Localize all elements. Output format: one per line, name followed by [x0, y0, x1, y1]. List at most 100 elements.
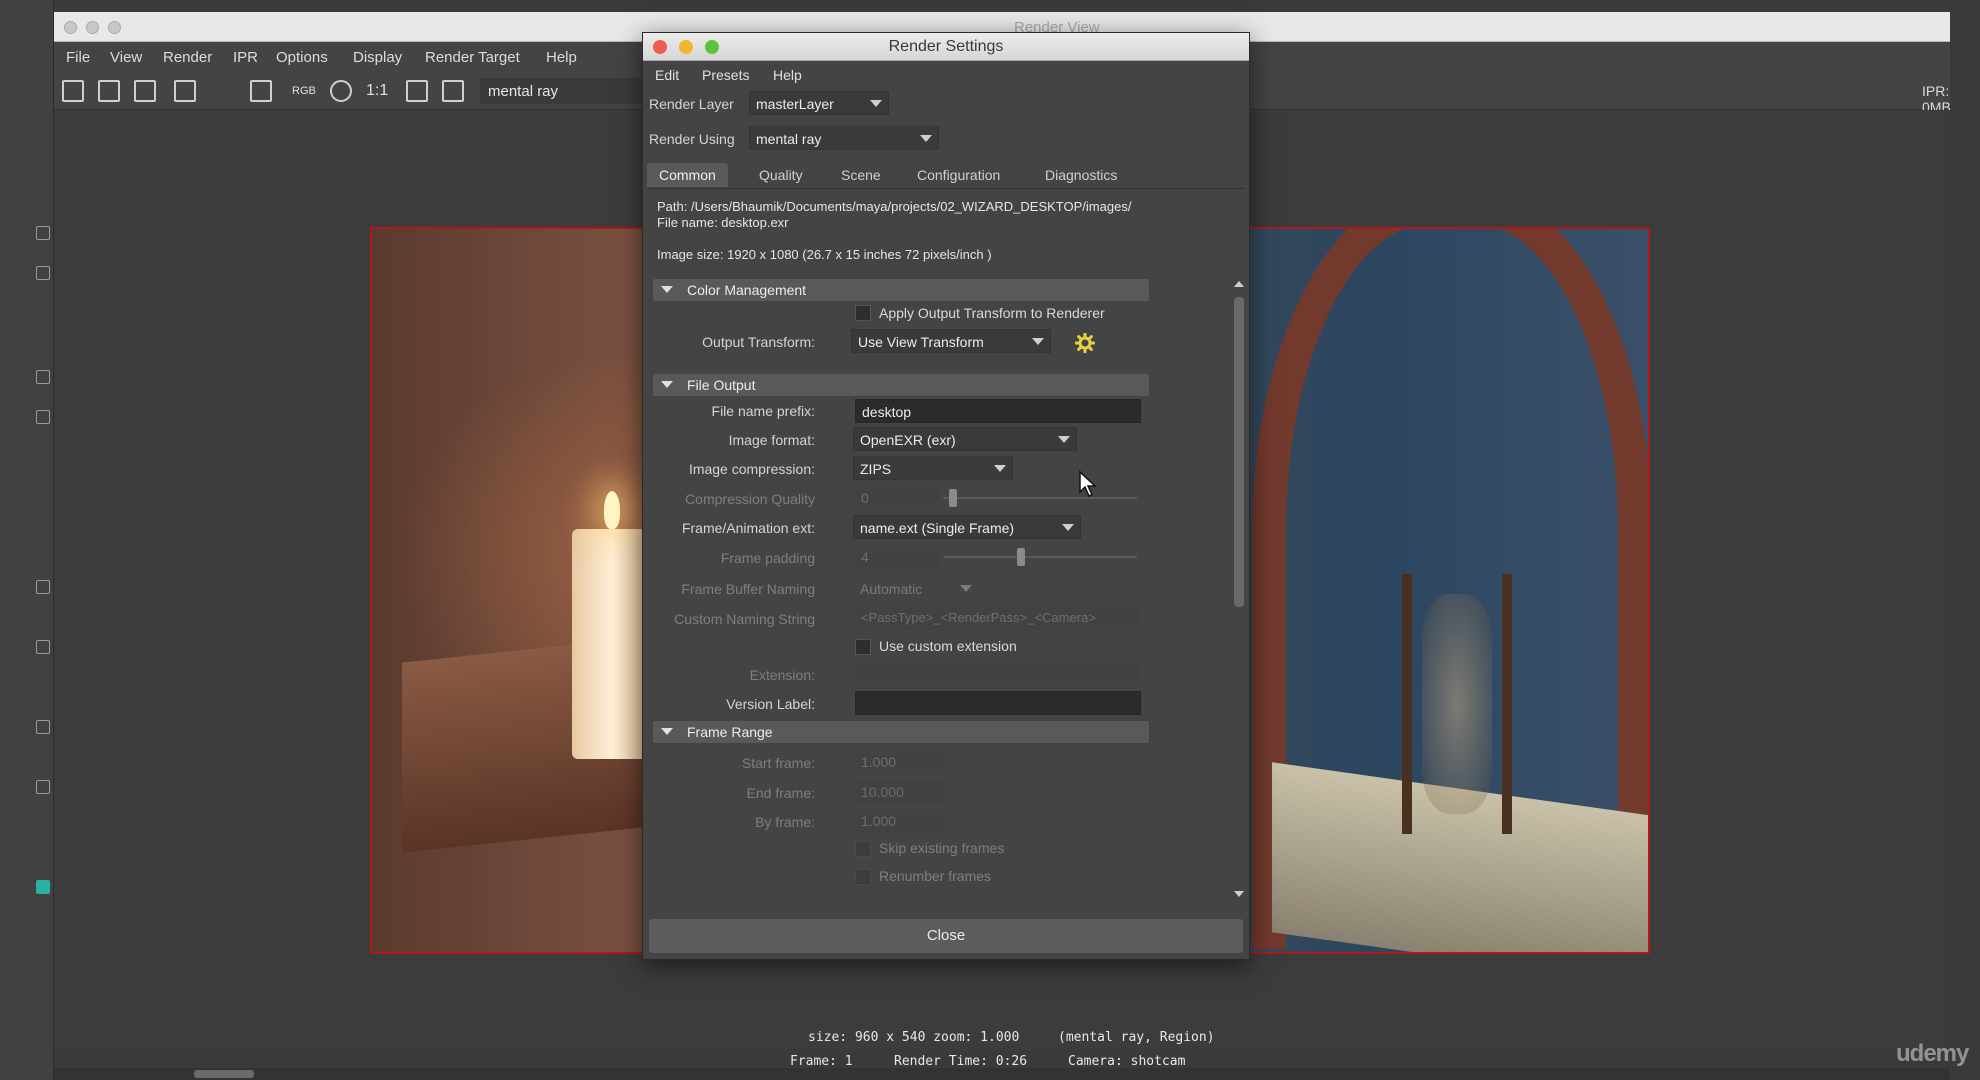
use-custom-extension-label: Use custom extension	[879, 638, 1017, 654]
file-output-header: File Output	[687, 377, 756, 393]
image-compression-dropdown[interactable]: ZIPS	[853, 456, 1013, 480]
mouse-cursor-icon	[1079, 470, 1097, 498]
rs-menu-help[interactable]: Help	[773, 67, 802, 83]
use-custom-extension-checkbox[interactable]	[855, 639, 871, 655]
close-button[interactable]: Close	[649, 919, 1243, 953]
rv-minimize-dot-icon[interactable]	[86, 21, 99, 34]
frame-animation-ext-label: Frame/Animation ext:	[681, 520, 815, 536]
chevron-down-icon	[1058, 436, 1070, 443]
candle-prop	[572, 529, 652, 759]
compression-quality-slider[interactable]	[943, 497, 1137, 499]
file-name-prefix-label: File name prefix:	[711, 403, 815, 419]
tab-quality[interactable]: Quality	[747, 163, 815, 187]
image-format-label: Image format:	[728, 432, 815, 448]
image-size-info: Image size: 1920 x 1080 (26.7 x 15 inche…	[657, 247, 992, 262]
modeling-toolkit-icon[interactable]	[36, 880, 50, 894]
settings-vscrollbar[interactable]	[1233, 275, 1245, 901]
renumber-frames-checkbox[interactable]	[855, 869, 871, 885]
zoom-1-1-button[interactable]: 1:1	[366, 82, 388, 100]
render-layer-dropdown[interactable]: masterLayer	[749, 91, 889, 115]
compression-quality-input[interactable]: 0	[855, 486, 939, 510]
outliner-icon[interactable]	[36, 640, 50, 654]
compression-quality-slider-knob[interactable]	[949, 489, 957, 507]
rv-menu-render-target[interactable]: Render Target	[425, 49, 520, 66]
ipr-render-icon[interactable]	[174, 80, 196, 102]
section-frame-range[interactable]: Frame Range	[653, 721, 1149, 743]
file-name-prefix-input[interactable]: desktop	[855, 399, 1141, 423]
tab-common[interactable]: Common	[647, 163, 728, 187]
frame-padding-slider[interactable]	[943, 556, 1137, 558]
candle-flame	[604, 491, 620, 529]
refresh-icon[interactable]	[330, 80, 352, 102]
redo-render-icon[interactable]	[62, 80, 84, 102]
image-compression-value: ZIPS	[860, 461, 892, 477]
by-frame-input[interactable]: 1.000	[855, 809, 945, 833]
render-using-value: mental ray	[756, 131, 822, 147]
move-tool-icon[interactable]	[36, 266, 50, 280]
graph-editor-icon[interactable]	[36, 720, 50, 734]
rotate-tool-icon[interactable]	[36, 226, 50, 240]
by-frame-label: By frame:	[755, 814, 815, 830]
layout-icon[interactable]	[36, 410, 50, 424]
rgb-channel-button[interactable]: RGB	[292, 85, 316, 97]
render-settings-title: Render Settings	[888, 38, 1004, 55]
rv-menu-display[interactable]: Display	[353, 49, 402, 66]
remove-image-icon[interactable]	[442, 80, 464, 102]
rv-menu-render[interactable]: Render	[163, 49, 212, 66]
rs-menu-edit[interactable]: Edit	[655, 67, 679, 83]
rv-menu-ipr[interactable]: IPR	[233, 49, 258, 66]
tab-diagnostics[interactable]: Diagnostics	[1033, 163, 1129, 187]
hourglass-prop	[1402, 574, 1512, 834]
render-using-dropdown[interactable]: mental ray	[749, 126, 939, 150]
output-transform-dropdown[interactable]: Use View Transform	[851, 329, 1051, 353]
render-settings-menubar: Edit Presets Help	[643, 61, 1249, 87]
render-settings-titlebar: Render Settings	[643, 33, 1249, 61]
skip-existing-frames-checkbox[interactable]	[855, 841, 871, 857]
custom-naming-string-input[interactable]: <PassType>_<RenderPass>_<Camera>	[855, 606, 1141, 630]
node-editor-icon[interactable]	[36, 780, 50, 794]
frame-padding-slider-knob[interactable]	[1017, 548, 1025, 566]
status-renderer-region: (mental ray, Region)	[1058, 1030, 1215, 1045]
render-view-status: size: 960 x 540 zoom: 1.000 (mental ray,…	[54, 1016, 1950, 1069]
apply-output-transform-checkbox[interactable]	[855, 305, 871, 321]
chevron-down-icon	[960, 585, 972, 592]
version-label-input[interactable]	[855, 691, 1141, 715]
settings-scroll-area[interactable]: Color Management Apply Output Transform …	[647, 275, 1245, 901]
render-view-hscrollbar[interactable]	[54, 1068, 1950, 1080]
rv-maximize-dot-icon[interactable]	[108, 21, 121, 34]
frame-padding-input[interactable]: 4	[855, 545, 939, 569]
scroll-up-arrow-icon[interactable]	[1234, 281, 1244, 287]
rv-menu-file[interactable]: File	[66, 49, 90, 66]
render-region-icon[interactable]	[98, 80, 120, 102]
extension-input[interactable]	[855, 662, 1141, 686]
frame-padding-label: Frame padding	[720, 550, 815, 566]
chevron-down-icon	[920, 135, 932, 142]
section-color-management[interactable]: Color Management	[653, 279, 1149, 301]
rv-close-dot-icon[interactable]	[64, 21, 77, 34]
rv-menu-options[interactable]: Options	[276, 49, 328, 66]
frame-buffer-naming-label: Frame Buffer Naming	[681, 581, 815, 597]
panel-layout-icon[interactable]	[36, 580, 50, 594]
gear-icon[interactable]	[1075, 333, 1095, 353]
vscroll-thumb[interactable]	[1234, 297, 1244, 607]
rs-menu-presets[interactable]: Presets	[702, 67, 749, 83]
section-file-output[interactable]: File Output	[653, 374, 1149, 396]
image-format-dropdown[interactable]: OpenEXR (exr)	[853, 427, 1077, 451]
render-settings-icon[interactable]	[250, 80, 272, 102]
tab-configuration[interactable]: Configuration	[905, 163, 1012, 187]
end-frame-input[interactable]: 10.000	[855, 780, 945, 804]
hscroll-thumb[interactable]	[194, 1070, 254, 1078]
frame-buffer-naming-dropdown[interactable]: Automatic	[853, 576, 979, 600]
select-tool-icon[interactable]	[36, 370, 50, 384]
start-frame-input[interactable]: 1.000	[855, 750, 945, 774]
keep-image-icon[interactable]	[406, 80, 428, 102]
scroll-down-arrow-icon[interactable]	[1234, 891, 1244, 897]
extension-label: Extension:	[749, 667, 815, 683]
status-frame: Frame: 1	[790, 1054, 853, 1069]
frame-buffer-naming-value: Automatic	[860, 581, 923, 597]
rv-menu-help[interactable]: Help	[546, 49, 577, 66]
frame-animation-ext-dropdown[interactable]: name.ext (Single Frame)	[853, 515, 1081, 539]
snapshot-icon[interactable]	[134, 80, 156, 102]
rv-menu-view[interactable]: View	[110, 49, 142, 66]
tab-scene[interactable]: Scene	[829, 163, 893, 187]
